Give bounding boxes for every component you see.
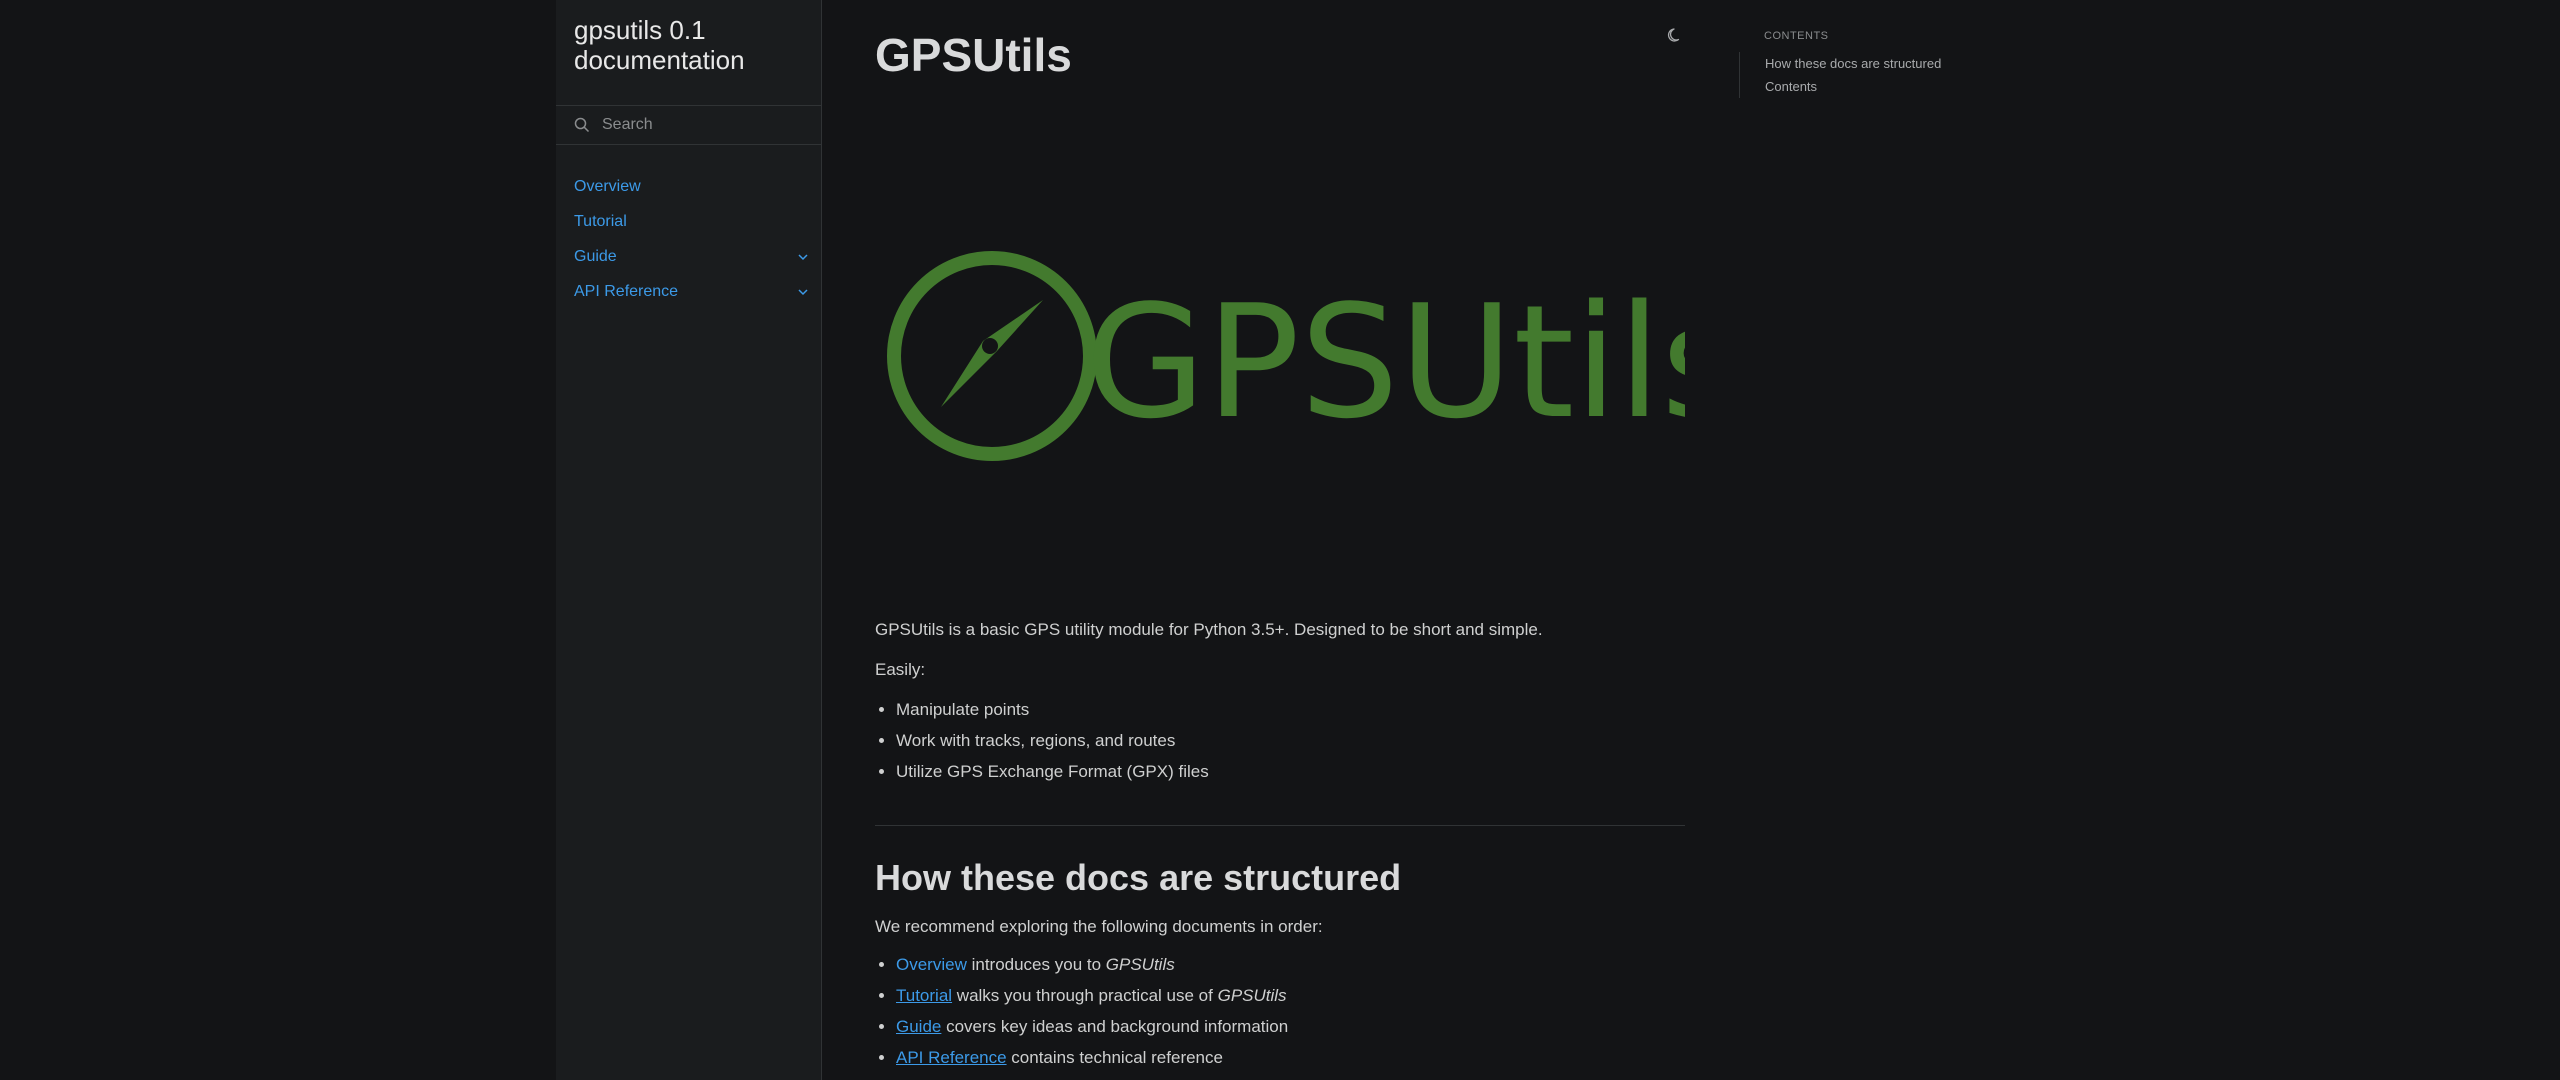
sidebar-item-tutorial[interactable]: Tutorial xyxy=(556,211,821,246)
api-reference-link[interactable]: API Reference xyxy=(896,1048,1007,1067)
section-heading: How these docs are structured xyxy=(875,857,1402,898)
list-item-text: introduces you to xyxy=(966,955,1106,974)
chevron-down-icon[interactable] xyxy=(795,249,811,265)
search-input[interactable] xyxy=(600,115,804,135)
moon-icon[interactable] xyxy=(1666,26,1684,44)
sidebar-item-api-reference[interactable]: API Reference xyxy=(556,281,821,316)
section-divider xyxy=(875,825,1685,826)
easily-label: Easily: xyxy=(875,660,926,679)
list-item-text: contains technical reference xyxy=(1006,1048,1223,1067)
intro-section: GPSUtils is a basic GPS utility module f… xyxy=(875,618,1685,791)
list-item: Overview introduces you to GPSUtils xyxy=(896,953,1685,977)
docs-structure-section: How these docs are structured We recomme… xyxy=(875,855,1685,1077)
list-item: Manipulate points xyxy=(896,698,1685,722)
toc-item-how-docs-structured[interactable]: How these docs are structured xyxy=(1765,52,1979,75)
intro-paragraph: GPSUtils is a basic GPS utility module f… xyxy=(875,620,1543,639)
sidebar-item-guide[interactable]: Guide xyxy=(556,246,821,281)
page-title: GPSUtils xyxy=(875,29,1072,81)
guide-link[interactable]: Guide xyxy=(896,1017,941,1036)
feature-list: Manipulate points Work with tracks, regi… xyxy=(875,698,1685,784)
list-item: API Reference contains technical referen… xyxy=(896,1046,1685,1070)
docs-list: Overview introduces you to GPSUtils Tuto… xyxy=(875,953,1685,1070)
list-item-emphasis: GPSUtils xyxy=(1217,986,1287,1005)
toc-item-contents[interactable]: Contents xyxy=(1765,75,1979,98)
toc-list: How these docs are structured Contents xyxy=(1739,52,1979,98)
list-item-text: covers key ideas and background informat… xyxy=(941,1017,1289,1036)
list-item-text: walks you through practical use of xyxy=(952,986,1218,1005)
list-item-emphasis: GPSUtils xyxy=(1105,955,1175,974)
toc-title: CONTENTS xyxy=(1764,30,1829,42)
tutorial-link[interactable]: Tutorial xyxy=(896,986,952,1005)
sidebar-item-label: Overview xyxy=(574,178,641,195)
gpsutils-logo: GPSUtils xyxy=(887,251,1685,461)
sidebar-search[interactable] xyxy=(556,105,821,145)
search-icon xyxy=(574,117,590,133)
docs-page: gpsutils 0.1 documentation Overview Tuto… xyxy=(0,0,2560,1080)
sidebar-nav: Overview Tutorial Guide API Reference xyxy=(556,176,821,316)
list-item: Guide covers key ideas and background in… xyxy=(896,1015,1685,1039)
list-item: Utilize GPS Exchange Format (GPX) files xyxy=(896,760,1685,784)
logo-wordmark: GPSUtils xyxy=(1085,271,1685,453)
list-item: Tutorial walks you through practical use… xyxy=(896,984,1685,1008)
overview-link[interactable]: Overview xyxy=(896,955,967,974)
recommend-paragraph: We recommend exploring the following doc… xyxy=(875,917,1323,936)
toc-panel: CONTENTS How these docs are structured C… xyxy=(1739,30,1979,98)
compass-icon xyxy=(887,251,1097,461)
sidebar: gpsutils 0.1 documentation Overview Tuto… xyxy=(556,0,822,1080)
list-item: Work with tracks, regions, and routes xyxy=(896,729,1685,753)
sidebar-item-label: Guide xyxy=(574,248,617,265)
sidebar-item-label: Tutorial xyxy=(574,213,627,230)
sidebar-item-label: API Reference xyxy=(574,283,679,300)
sidebar-item-overview[interactable]: Overview xyxy=(556,176,821,211)
brand-title[interactable]: gpsutils 0.1 documentation xyxy=(556,0,821,89)
chevron-down-icon[interactable] xyxy=(795,284,811,300)
